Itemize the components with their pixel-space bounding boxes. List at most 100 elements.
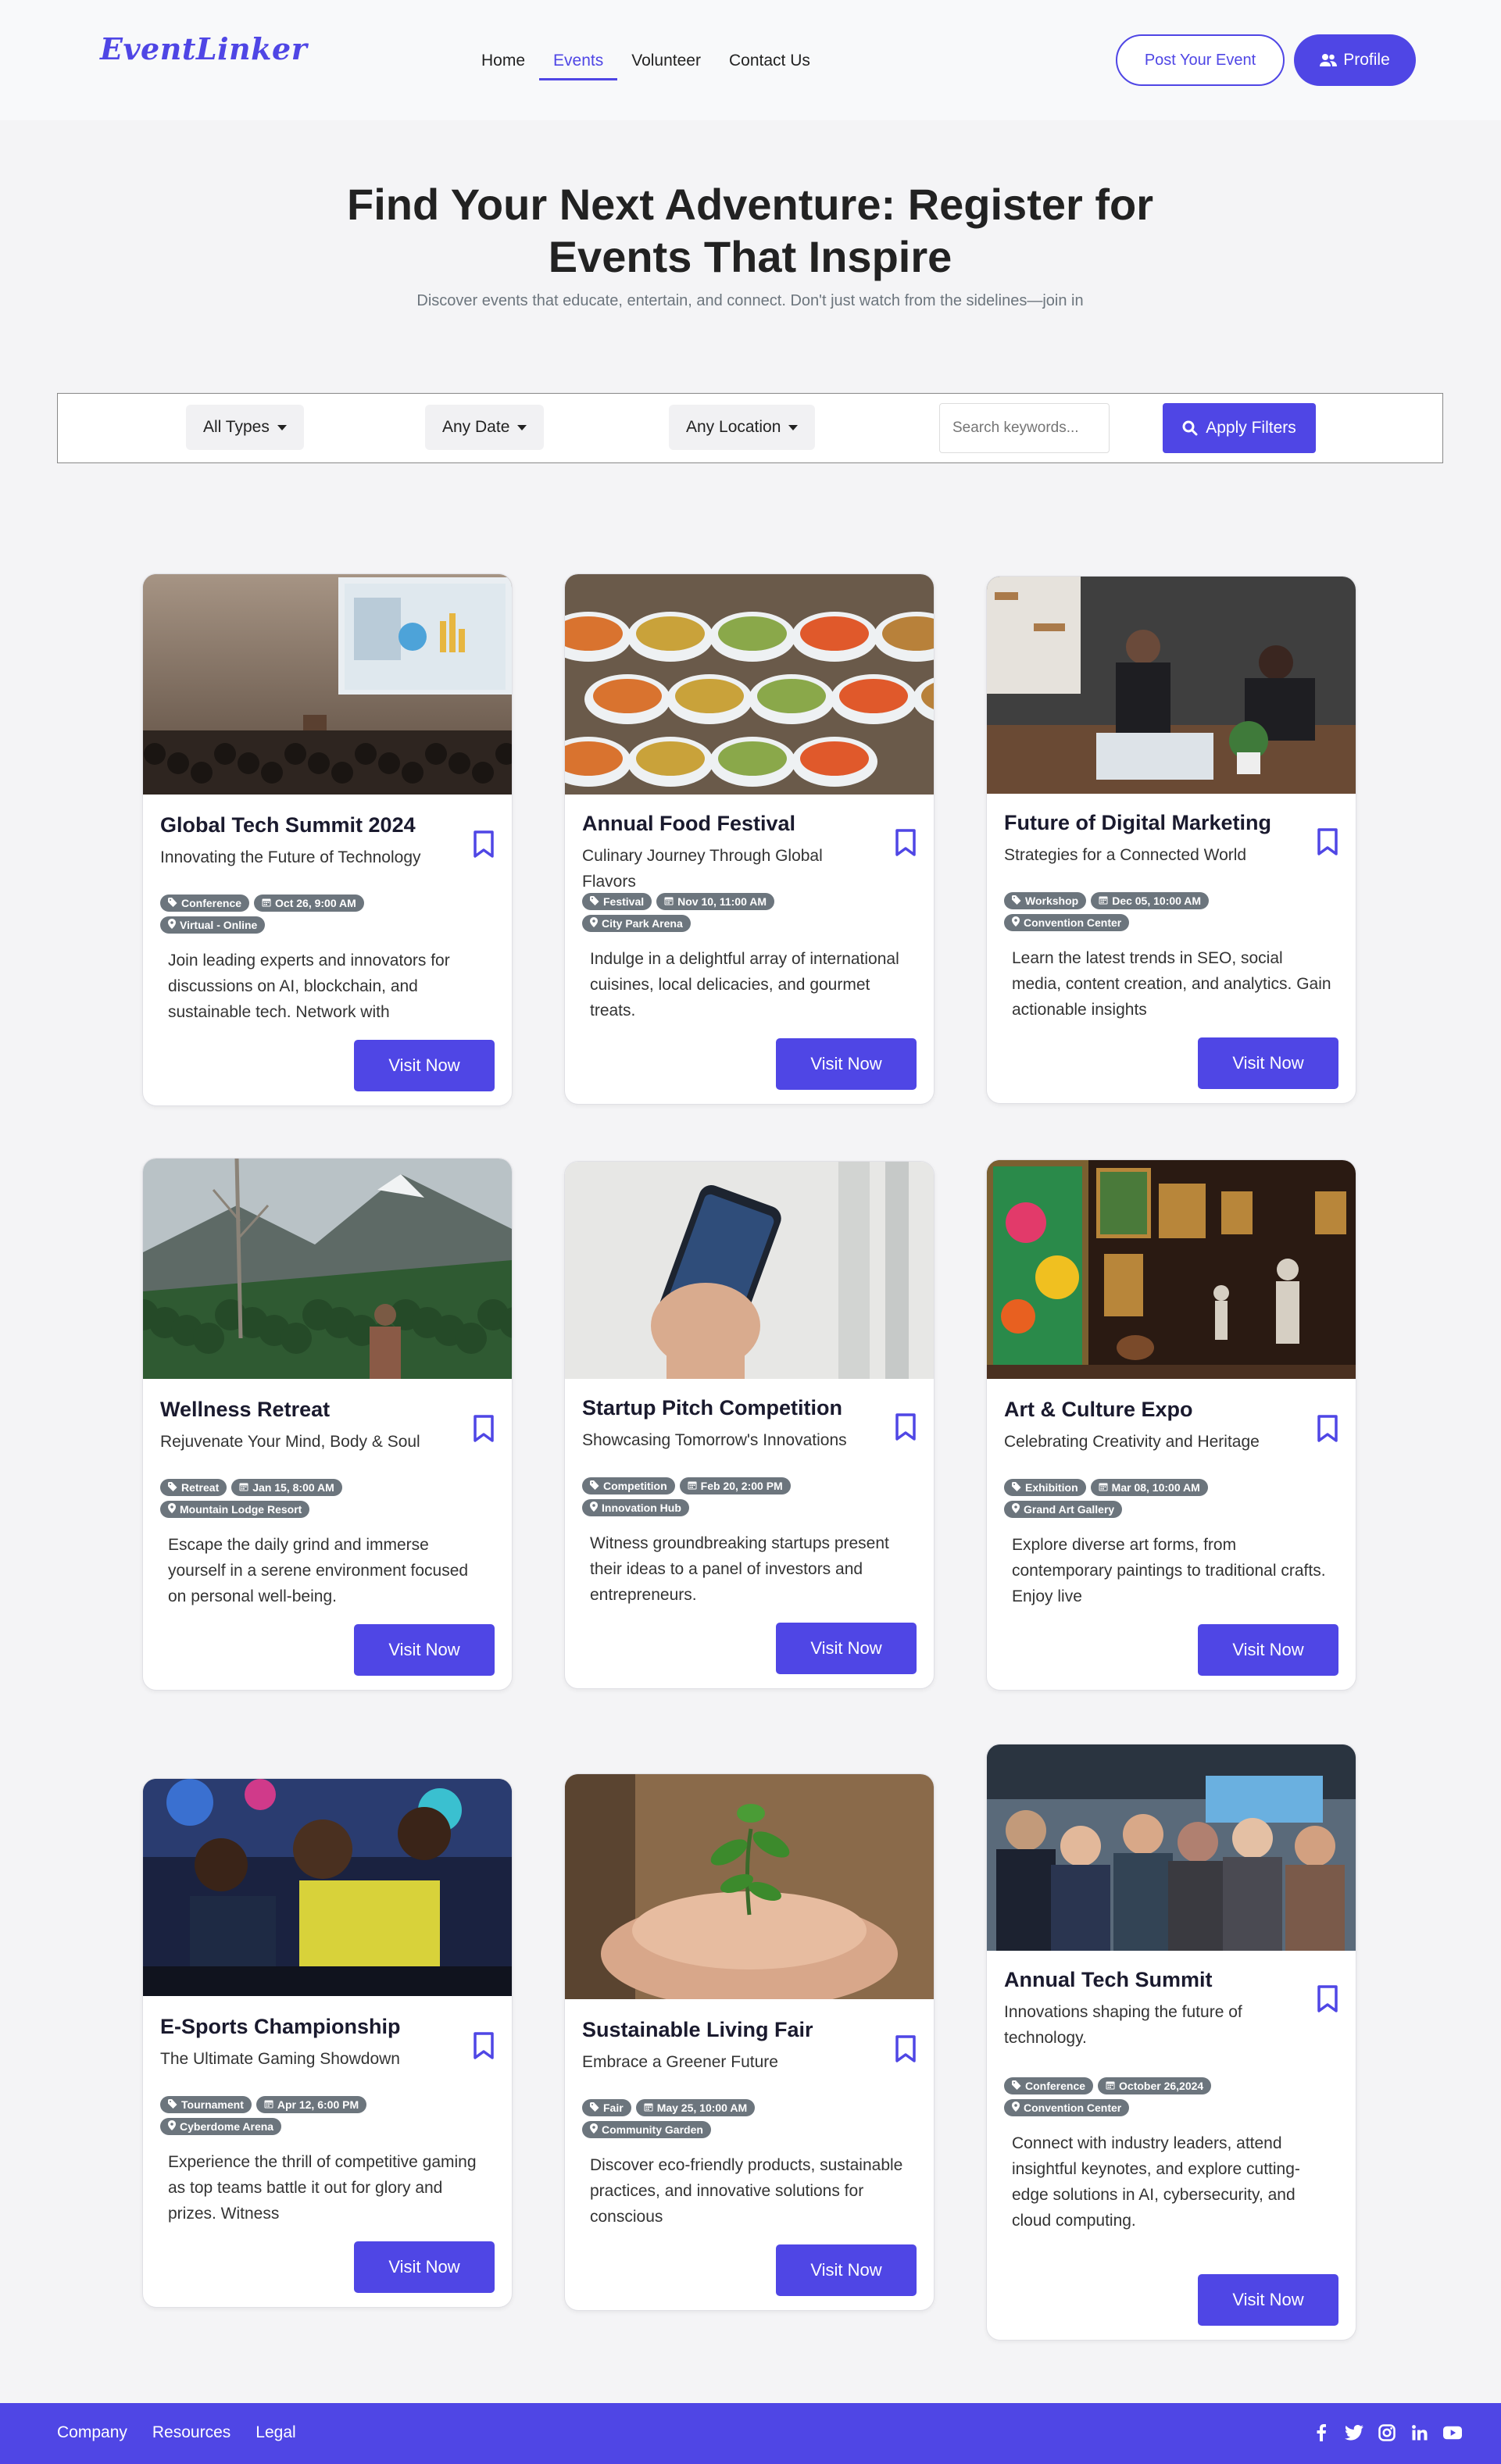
event-location-badge: Convention Center: [1004, 2099, 1130, 2116]
bookmark-icon[interactable]: [473, 2032, 495, 2060]
event-location-badge: Virtual - Online: [160, 916, 266, 934]
bookmark-icon[interactable]: [895, 829, 917, 857]
visit-now-button[interactable]: Visit Now: [354, 2241, 495, 2293]
bookmark-icon[interactable]: [473, 830, 495, 859]
event-date-badge: October 26,2024: [1098, 2077, 1212, 2094]
calendar-icon: [262, 897, 271, 909]
nav-links: Home Events Volunteer Contact Us: [467, 48, 824, 80]
brand-logo[interactable]: EventLinker: [100, 31, 307, 66]
event-image: [565, 574, 934, 795]
bookmark-icon[interactable]: [1317, 1985, 1338, 2013]
footer: Company Resources Legal: [0, 2403, 1501, 2464]
bookmark-icon[interactable]: [895, 1413, 917, 1441]
event-tags: Retreat Jan 15, 8:00 AM Mountain Lodge R…: [160, 1479, 496, 1523]
nav-home[interactable]: Home: [467, 48, 539, 80]
calendar-icon: [644, 2102, 653, 2114]
footer-link-resources[interactable]: Resources: [152, 2423, 231, 2442]
event-tags: Workshop Dec 05, 10:00 AM Convention Cen…: [1004, 892, 1340, 936]
visit-now-button[interactable]: Visit Now: [354, 1040, 495, 1091]
post-event-button[interactable]: Post Your Event: [1116, 34, 1285, 86]
event-image: [987, 1160, 1356, 1379]
event-date-badge: Jan 15, 8:00 AM: [231, 1479, 342, 1496]
map-pin-icon: [1012, 2102, 1020, 2114]
event-location-badge: City Park Arena: [582, 915, 691, 932]
profile-button[interactable]: Profile: [1294, 34, 1416, 86]
event-description: Experience the thrill of competitive gam…: [168, 2153, 477, 2223]
event-type-badge: Competition: [582, 1477, 675, 1494]
event-title: Global Tech Summit 2024: [160, 813, 416, 837]
visit-now-button[interactable]: Visit Now: [776, 1623, 917, 1674]
type-dropdown[interactable]: All Types: [186, 405, 304, 450]
social-links: [1312, 2423, 1462, 2442]
apply-filters-button[interactable]: Apply Filters: [1163, 403, 1316, 453]
event-type-badge: Conference: [1004, 2077, 1094, 2094]
map-pin-icon: [590, 917, 598, 930]
twitter-icon[interactable]: [1345, 2423, 1363, 2442]
filter-bar: All Types Any Date Any Location Apply Fi…: [57, 393, 1443, 463]
visit-now-button[interactable]: Visit Now: [1198, 2274, 1338, 2326]
event-location-badge: Mountain Lodge Resort: [160, 1501, 310, 1518]
event-tags: Festival Nov 10, 11:00 AM City Park Aren…: [582, 893, 918, 937]
visit-now-button[interactable]: Visit Now: [1198, 1624, 1338, 1676]
calendar-icon: [1099, 1481, 1108, 1494]
tag-icon: [1012, 2080, 1021, 2092]
event-location-badge: Cyberdome Arena: [160, 2118, 282, 2135]
bookmark-icon[interactable]: [473, 1415, 495, 1443]
tag-icon: [590, 895, 599, 908]
linkedin-icon[interactable]: [1410, 2423, 1429, 2442]
youtube-icon[interactable]: [1443, 2423, 1462, 2442]
bookmark-icon[interactable]: [895, 2035, 917, 2063]
event-card: Art & Culture Expo Celebrating Creativit…: [986, 1159, 1356, 1691]
nav-contact[interactable]: Contact Us: [715, 48, 824, 80]
event-card: Startup Pitch Competition Showcasing Tom…: [564, 1161, 935, 1689]
event-card: Future of Digital Marketing Strategies f…: [986, 576, 1356, 1104]
event-subtitle: Innovations shaping the future of techno…: [1004, 2003, 1242, 2047]
tag-icon: [168, 2098, 177, 2111]
nav-events[interactable]: Events: [539, 48, 618, 80]
event-type-badge: Festival: [582, 893, 652, 910]
location-dropdown[interactable]: Any Location: [669, 405, 816, 450]
map-pin-icon: [590, 2123, 598, 2136]
footer-link-company[interactable]: Company: [57, 2423, 127, 2442]
visit-now-button[interactable]: Visit Now: [1198, 1037, 1338, 1089]
navbar: EventLinker Home Events Volunteer Contac…: [0, 0, 1501, 120]
visit-now-button[interactable]: Visit Now: [354, 1624, 495, 1676]
event-date-badge: Feb 20, 2:00 PM: [679, 1477, 791, 1494]
event-subtitle: Celebrating Creativity and Heritage: [1004, 1433, 1260, 1451]
map-pin-icon: [1012, 916, 1020, 929]
calendar-icon: [239, 1481, 248, 1494]
event-type-badge: Workshop: [1004, 892, 1087, 909]
calendar-icon: [1099, 895, 1108, 907]
location-dropdown-label: Any Location: [686, 418, 781, 436]
event-card: E-Sports Championship The Ultimate Gamin…: [142, 1778, 513, 2308]
event-title: Annual Tech Summit: [1004, 1968, 1213, 1991]
calendar-icon: [1106, 2080, 1115, 2092]
date-dropdown[interactable]: Any Date: [425, 405, 545, 450]
event-tags: Tournament Apr 12, 6:00 PM Cyberdome Are…: [160, 2096, 496, 2140]
footer-link-legal[interactable]: Legal: [256, 2423, 295, 2442]
visit-now-button[interactable]: Visit Now: [776, 2244, 917, 2296]
map-pin-icon: [168, 919, 176, 931]
event-subtitle: Showcasing Tomorrow's Innovations: [582, 1431, 847, 1449]
event-image: [987, 1744, 1356, 1951]
users-icon: [1320, 54, 1338, 66]
event-tags: Fair May 25, 10:00 AM Community Garden: [582, 2099, 918, 2143]
event-location-badge: Community Garden: [582, 2121, 711, 2138]
map-pin-icon: [590, 1502, 598, 1514]
event-date-badge: Oct 26, 9:00 AM: [254, 895, 364, 912]
event-card: Annual Tech Summit Innovations shaping t…: [986, 1744, 1356, 2341]
search-input[interactable]: [939, 403, 1110, 453]
bookmark-icon[interactable]: [1317, 828, 1338, 856]
profile-label: Profile: [1343, 51, 1390, 69]
visit-now-button[interactable]: Visit Now: [776, 1038, 917, 1090]
map-pin-icon: [168, 1503, 176, 1516]
event-image: [143, 1779, 512, 1996]
facebook-icon[interactable]: [1312, 2423, 1331, 2442]
event-date-badge: Nov 10, 11:00 AM: [656, 893, 775, 910]
bookmark-icon[interactable]: [1317, 1415, 1338, 1443]
event-title: Wellness Retreat: [160, 1398, 331, 1421]
event-subtitle: Culinary Journey Through Global Flavors: [582, 847, 823, 891]
instagram-icon[interactable]: [1378, 2423, 1396, 2442]
event-type-badge: Conference: [160, 895, 250, 912]
nav-volunteer[interactable]: Volunteer: [617, 48, 715, 80]
